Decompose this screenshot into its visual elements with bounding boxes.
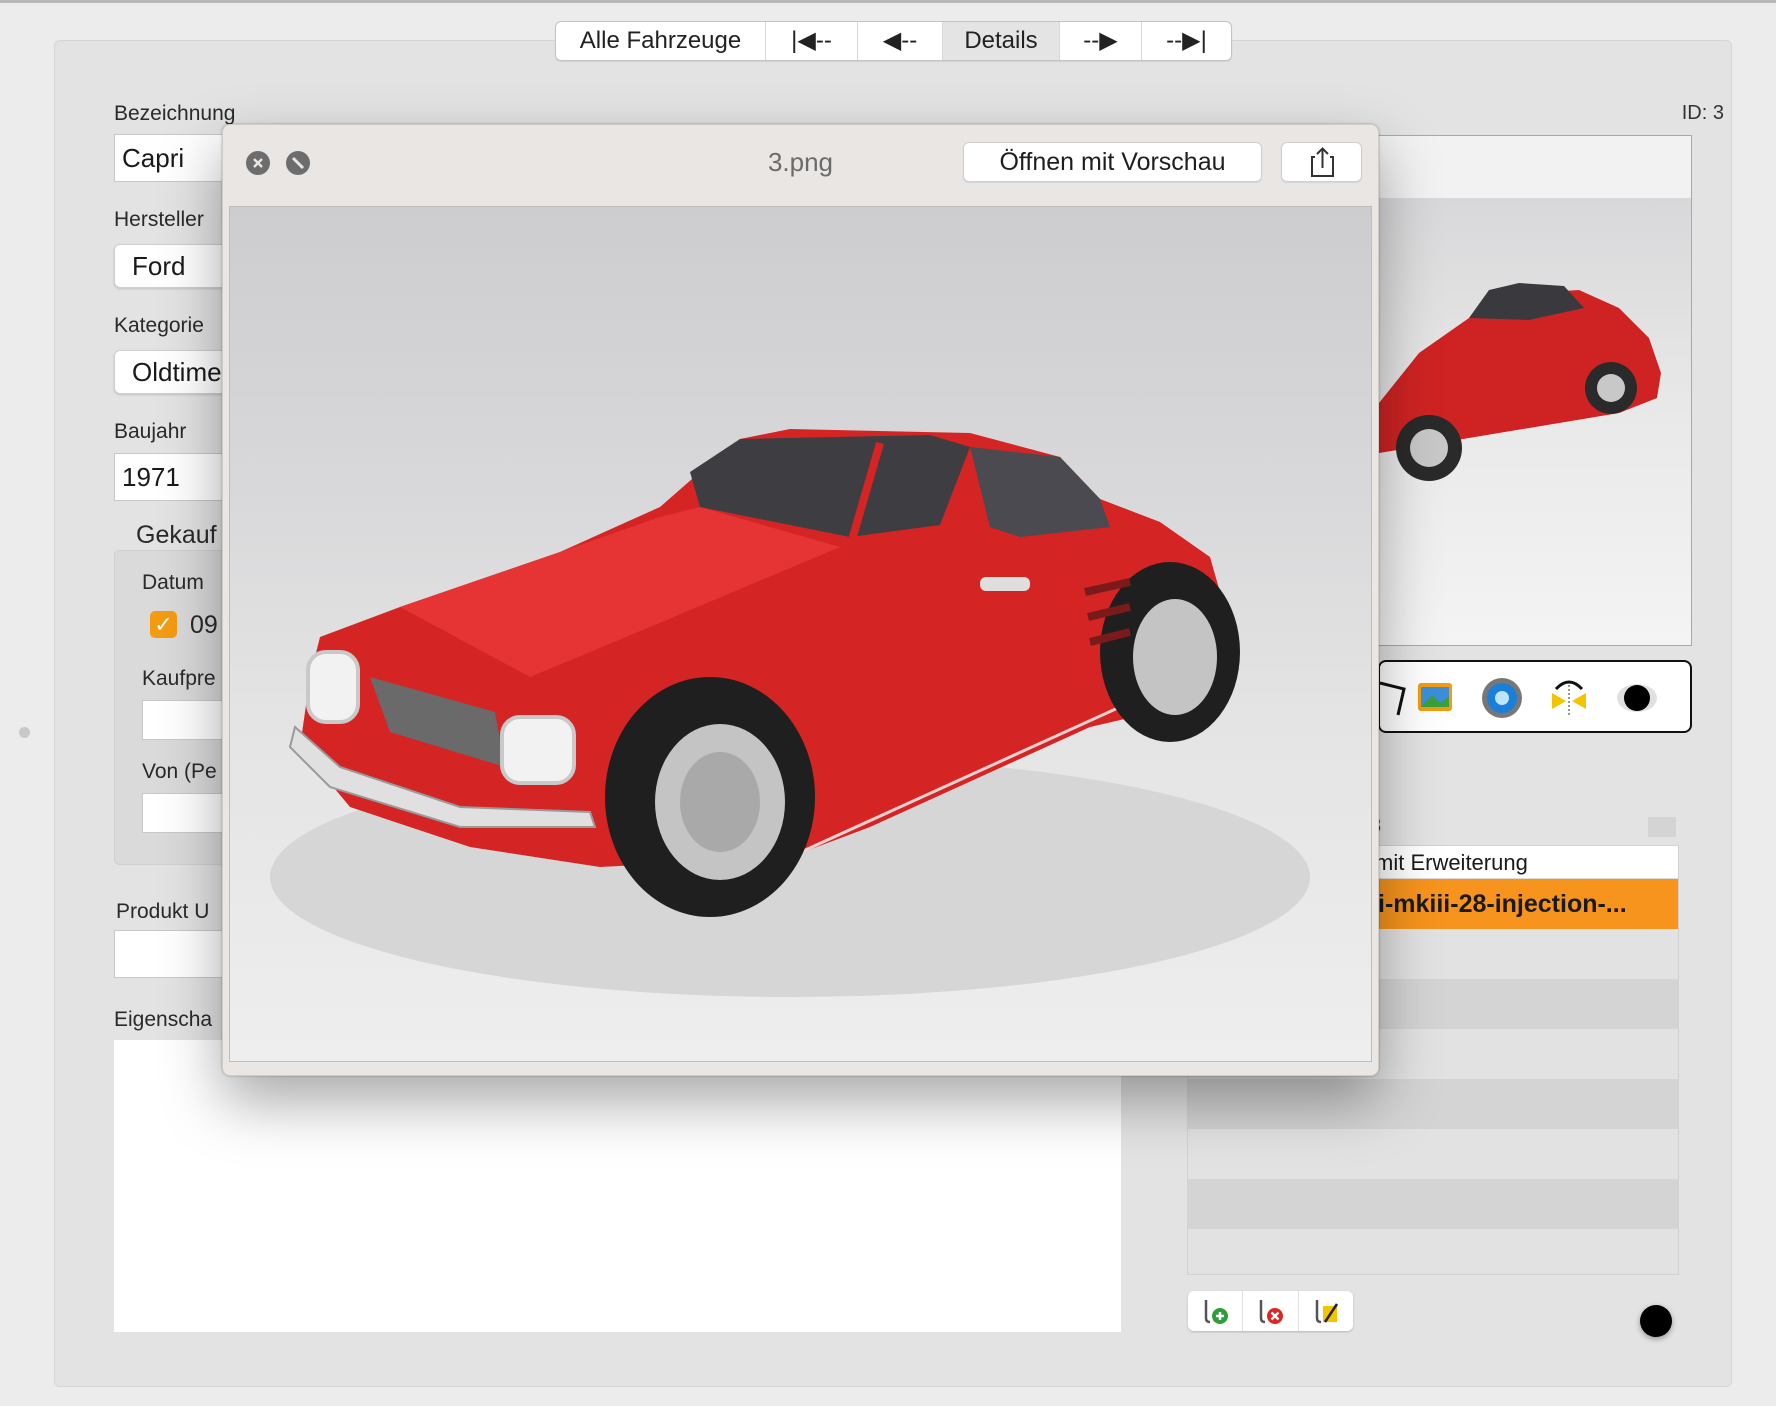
record-navigation: Alle Fahrzeuge |◀-- ◀-- Details --▶ --▶|: [555, 21, 1232, 61]
vehicle-photo-thumbnail: [1379, 198, 1691, 645]
last-record-button[interactable]: --▶|: [1142, 22, 1231, 60]
add-attachment-icon: [1204, 1300, 1229, 1324]
details-button[interactable]: Details: [943, 22, 1060, 60]
quicklook-window: 3.png Öffnen mit Vorschau: [222, 124, 1379, 1076]
open-with-preview-button[interactable]: Öffnen mit Vorschau: [963, 142, 1262, 182]
image-toolbox: [1378, 660, 1692, 733]
red-car-photo: [270, 429, 1310, 997]
edit-attachment-button[interactable]: [1299, 1291, 1353, 1331]
von-field[interactable]: [142, 793, 234, 833]
table-row[interactable]: [1188, 1079, 1678, 1129]
gekauft-group-label: Gekauf: [136, 521, 217, 549]
add-attachment-button[interactable]: [1188, 1291, 1244, 1331]
datum-label: Datum: [142, 571, 204, 594]
window-top-border: [0, 0, 1776, 3]
hersteller-popup[interactable]: Ford: [114, 244, 234, 288]
kategorie-label: Kategorie: [114, 314, 204, 337]
datum-value[interactable]: 09: [190, 611, 218, 640]
share-button[interactable]: [1281, 142, 1362, 182]
bezeichnung-label: Bezeichnung: [114, 102, 236, 125]
all-vehicles-button[interactable]: Alle Fahrzeuge: [556, 22, 766, 60]
status-indicator: [1640, 1305, 1672, 1337]
next-record-button[interactable]: --▶: [1060, 22, 1142, 60]
share-icon: [1311, 147, 1334, 177]
quicklook-image-preview: [229, 206, 1372, 1062]
bezeichnung-field[interactable]: Capri: [114, 134, 234, 182]
photos-icon[interactable]: [1412, 675, 1458, 721]
hersteller-label: Hersteller: [114, 208, 204, 231]
kaufpreis-field[interactable]: [142, 700, 234, 740]
von-label: Von (Pe: [142, 760, 217, 783]
attachments-scroll-button[interactable]: [1648, 817, 1676, 837]
eigenschaften-textarea[interactable]: [114, 1040, 1121, 1332]
table-row[interactable]: [1188, 1179, 1678, 1229]
previous-record-button[interactable]: ◀--: [858, 22, 943, 60]
table-row[interactable]: [1188, 1129, 1678, 1179]
produkt-url-field[interactable]: [114, 930, 234, 978]
kategorie-popup[interactable]: Oldtime: [114, 350, 234, 394]
flip-icon[interactable]: [1546, 675, 1592, 721]
record-id: ID: 3: [1681, 102, 1724, 124]
baujahr-label: Baujahr: [114, 420, 187, 443]
attachments-toolbar: [1188, 1291, 1353, 1331]
edit-attachment-icon: [1315, 1300, 1338, 1324]
eigenschaften-label: Eigenscha: [114, 1008, 213, 1031]
camera-aperture-icon[interactable]: [1479, 675, 1525, 721]
vehicle-image-well[interactable]: [1378, 135, 1692, 646]
eye-icon[interactable]: [1614, 675, 1660, 721]
produkt-url-label: Produkt U: [116, 900, 210, 923]
table-row[interactable]: [1188, 1229, 1678, 1274]
datum-checkbox[interactable]: ✓: [150, 611, 177, 638]
first-record-button[interactable]: |◀--: [766, 22, 858, 60]
remove-attachment-button[interactable]: [1243, 1291, 1299, 1331]
remove-attachment-icon: [1260, 1300, 1284, 1324]
kaufpreis-label: Kaufpre: [142, 667, 216, 690]
resize-handle[interactable]: [19, 727, 30, 738]
baujahr-field[interactable]: 1971: [114, 453, 234, 501]
